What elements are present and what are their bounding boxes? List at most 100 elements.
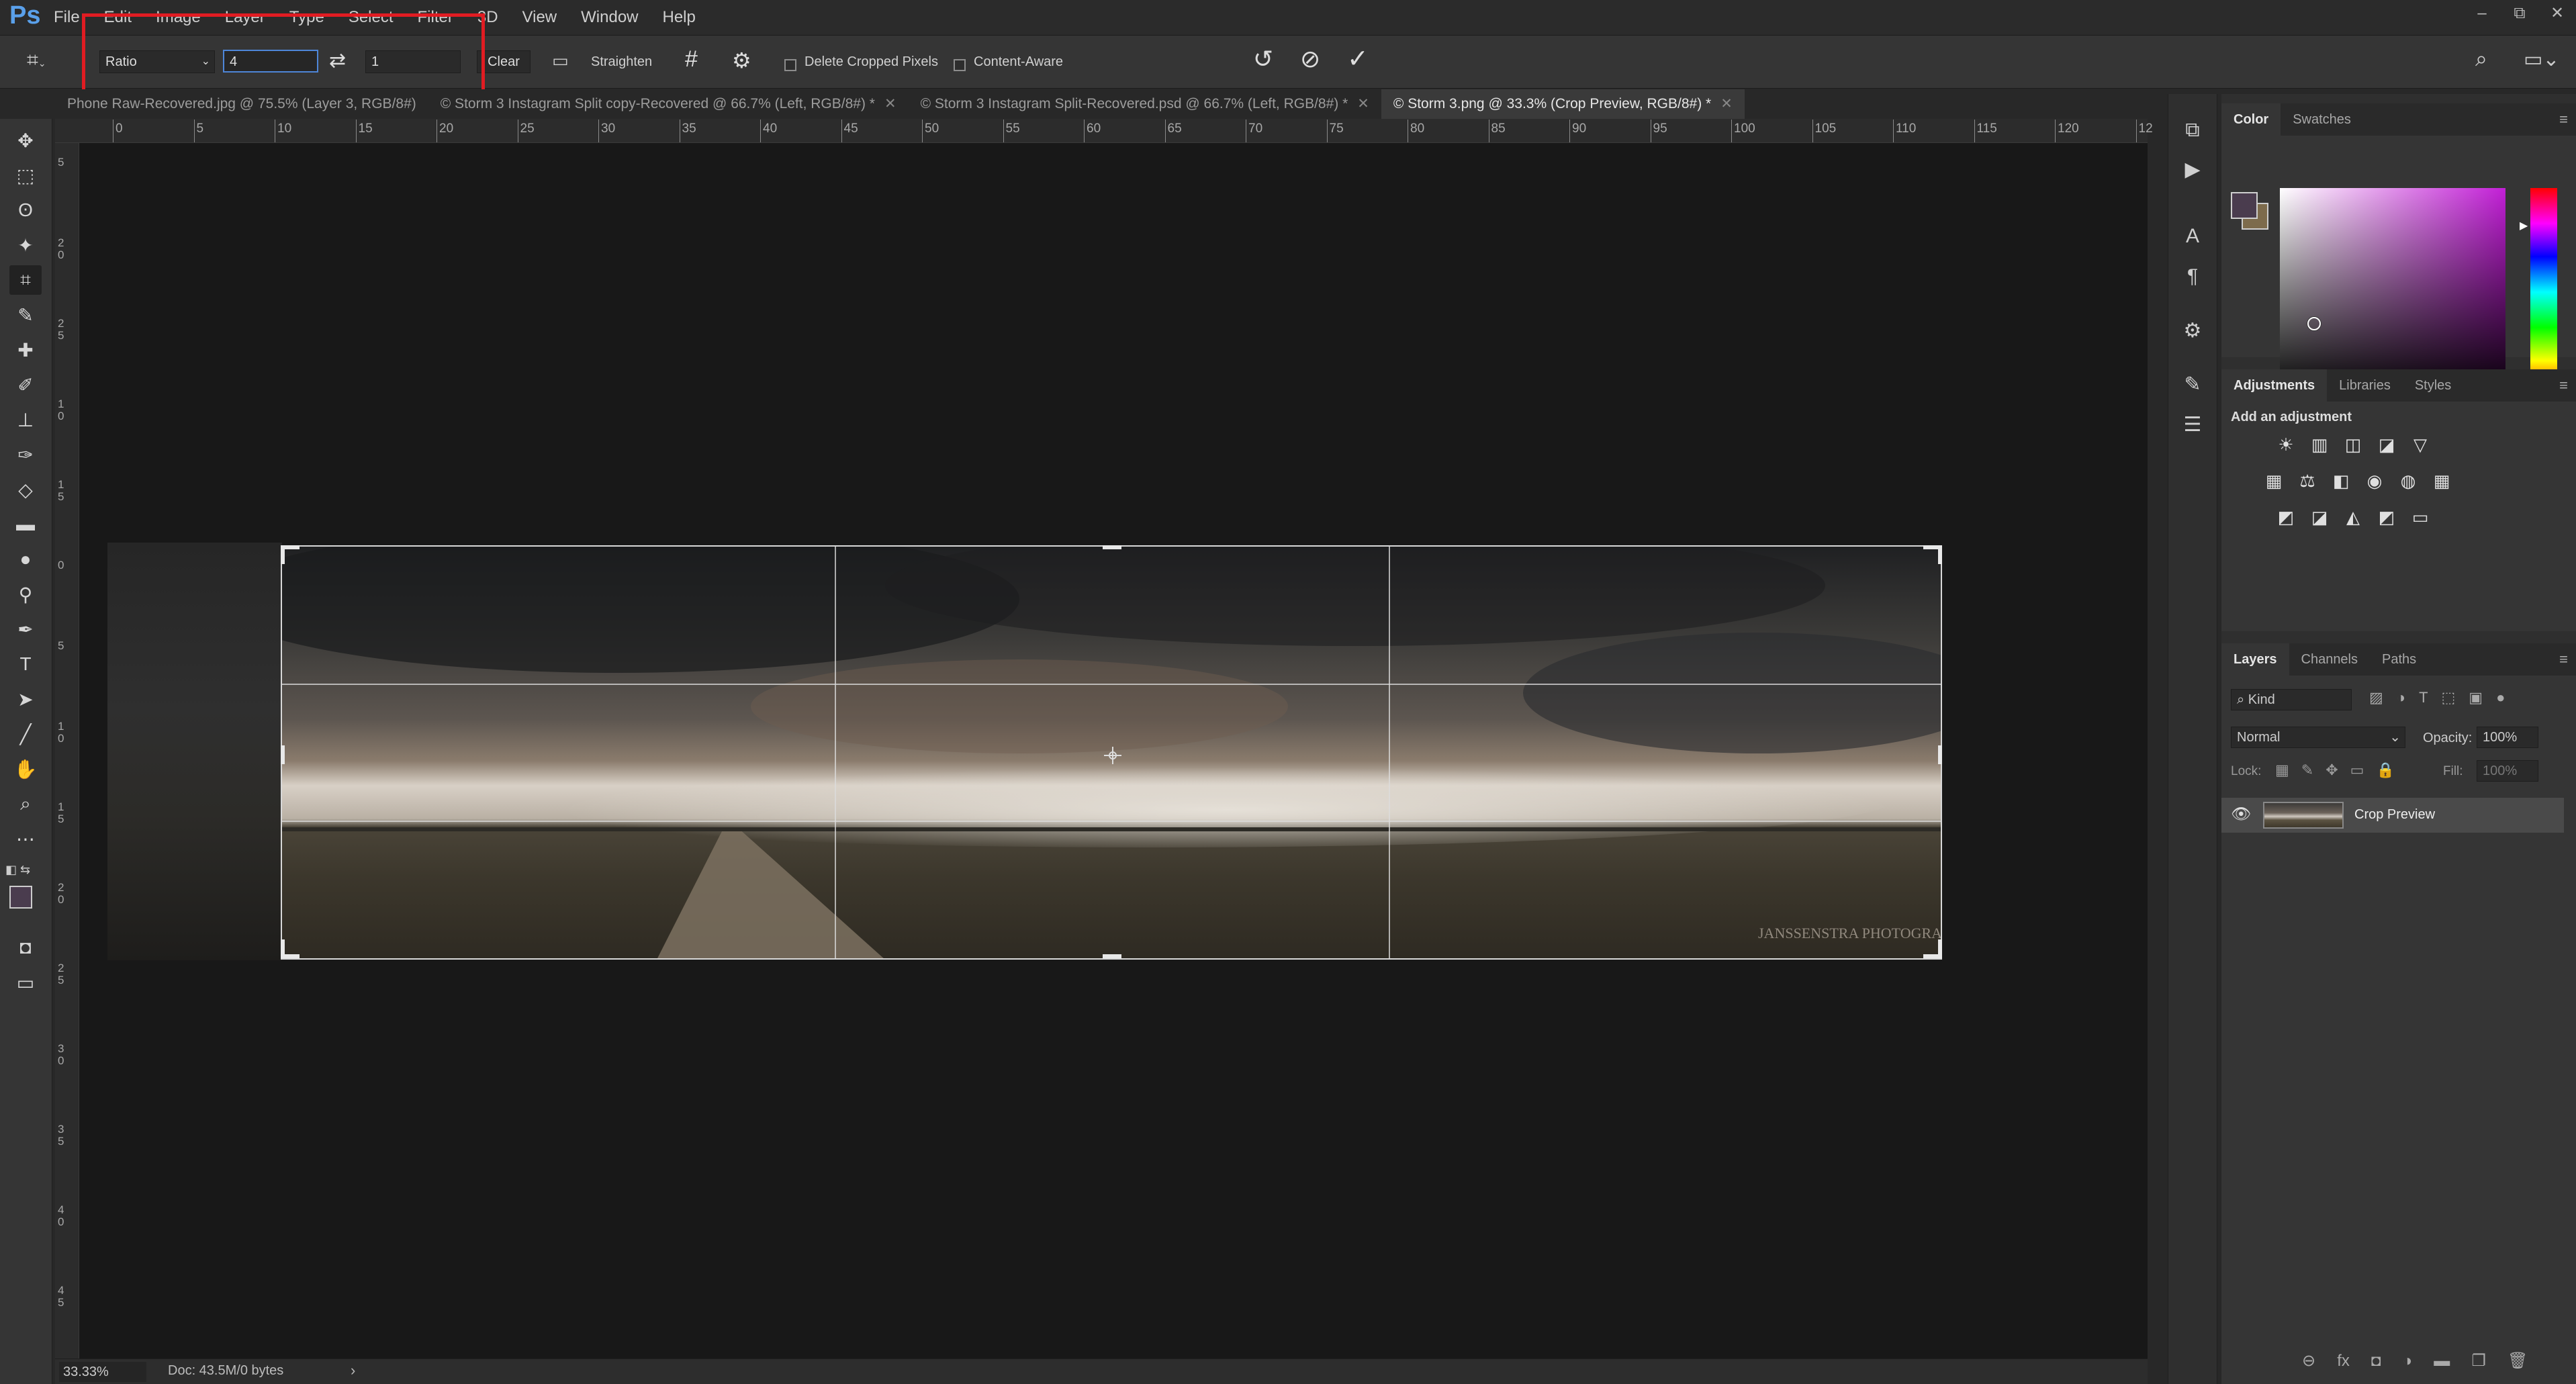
- gradient-tool-icon[interactable]: ▬: [9, 510, 42, 539]
- menu-window[interactable]: Window: [581, 8, 638, 27]
- eraser-tool-icon[interactable]: ◇: [9, 475, 42, 504]
- move-tool-icon[interactable]: ✥: [9, 126, 42, 155]
- crop-handle-top[interactable]: [1103, 545, 1121, 549]
- history-brush-tool-icon[interactable]: ✑: [9, 440, 42, 469]
- crop-tool-icon[interactable]: ⌗: [9, 265, 42, 295]
- color-picker-field[interactable]: [2280, 188, 2505, 396]
- content-aware-label[interactable]: Content-Aware: [974, 54, 1063, 70]
- blur-tool-icon[interactable]: ●: [9, 545, 42, 574]
- eyedropper-tool-icon[interactable]: ✎: [9, 300, 42, 330]
- zoom-level-field[interactable]: 33.33%: [59, 1362, 146, 1382]
- invert-icon[interactable]: ◩: [2274, 505, 2298, 529]
- workspace-icon[interactable]: ▭⌄: [2524, 48, 2559, 71]
- gradient-map-icon[interactable]: ▭: [2408, 505, 2432, 529]
- reset-icon[interactable]: ↺: [1253, 45, 1273, 73]
- paragraph-icon[interactable]: ¶: [2178, 262, 2207, 291]
- close-icon[interactable]: ✕: [1720, 89, 1733, 119]
- screen-mode-icon[interactable]: ▭: [9, 968, 42, 997]
- delete-cropped-label[interactable]: Delete Cropped Pixels: [804, 54, 938, 70]
- quick-mask-icon[interactable]: ◘: [9, 933, 42, 962]
- tab-channels[interactable]: Channels: [2289, 643, 2371, 676]
- tab-layers[interactable]: Layers: [2221, 643, 2289, 676]
- crop-tool-preset-icon[interactable]: ⌗⌄: [27, 49, 67, 76]
- pen-tool-icon[interactable]: ✒: [9, 614, 42, 644]
- tab-instagram-split-copy[interactable]: © Storm 3 Instagram Split copy-Recovered…: [428, 89, 909, 119]
- close-window-button[interactable]: ✕: [2538, 0, 2576, 27]
- levels-icon[interactable]: ▥: [2307, 432, 2332, 457]
- layer-filter-kind-select[interactable]: ⌕ Kind: [2231, 689, 2352, 710]
- color-balance-icon[interactable]: ⚖: [2295, 469, 2319, 493]
- lock-icons[interactable]: ▦✎✥▭🔒: [2275, 762, 2407, 779]
- straighten-icon[interactable]: ▭: [552, 50, 569, 71]
- color-lookup-icon[interactable]: ▦: [2430, 469, 2454, 493]
- panel-menu-icon[interactable]: ≡: [2559, 651, 2568, 668]
- panel-menu-icon[interactable]: ≡: [2559, 111, 2568, 128]
- tab-storm-3[interactable]: © Storm 3.png @ 33.3% (Crop Preview, RGB…: [1381, 89, 1745, 119]
- trash-icon[interactable]: 🗑: [2508, 1352, 2528, 1370]
- layer-filter-icons[interactable]: ▨◑T⬚▣●: [2369, 689, 2518, 706]
- foreground-color-swatch[interactable]: [9, 886, 32, 909]
- delete-cropped-checkbox[interactable]: [784, 56, 796, 73]
- tab-swatches[interactable]: Swatches: [2281, 103, 2363, 136]
- type-tool-icon[interactable]: T: [9, 649, 42, 679]
- line-tool-icon[interactable]: ╱: [9, 719, 42, 749]
- properties-icon[interactable]: ⚙: [2178, 316, 2207, 345]
- healing-brush-tool-icon[interactable]: ✚: [9, 335, 42, 365]
- vibrance-icon[interactable]: ▽: [2408, 432, 2432, 457]
- exposure-icon[interactable]: ◪: [2375, 432, 2399, 457]
- brush-tool-icon[interactable]: ✐: [9, 370, 42, 400]
- more-tools-icon[interactable]: ⋯: [9, 824, 42, 854]
- new-layer-icon[interactable]: ❐: [2471, 1352, 2486, 1370]
- menu-view[interactable]: View: [522, 8, 557, 27]
- brightness-icon[interactable]: ☀: [2274, 432, 2298, 457]
- close-icon[interactable]: ✕: [1357, 89, 1369, 119]
- adjust-sliders-icon[interactable]: ☰: [2178, 410, 2207, 439]
- crop-handle-bottom-left[interactable]: [281, 939, 285, 958]
- straighten-label[interactable]: Straighten: [591, 54, 652, 70]
- eye-visibility-icon[interactable]: 👁: [2231, 804, 2251, 824]
- opacity-field[interactable]: 100%: [2477, 727, 2538, 748]
- layer-name[interactable]: Crop Preview: [2354, 807, 2435, 823]
- status-menu-arrow-icon[interactable]: ›: [351, 1362, 355, 1379]
- adjustment-layer-icon[interactable]: ◑: [2403, 1352, 2413, 1370]
- selective-color-icon[interactable]: ◩: [2375, 505, 2399, 529]
- fill-field[interactable]: 100%: [2477, 760, 2538, 782]
- hue-slider[interactable]: [2530, 188, 2557, 396]
- link-layers-icon[interactable]: ⊖: [2302, 1352, 2315, 1370]
- actions-icon[interactable]: ▶: [2178, 154, 2207, 184]
- dodge-tool-icon[interactable]: ⚲: [9, 580, 42, 609]
- default-colors-icon[interactable]: ◧ ⇆: [5, 863, 30, 877]
- foreground-color-swatch[interactable]: [2231, 192, 2258, 219]
- photo-filter-icon[interactable]: ◉: [2362, 469, 2387, 493]
- commit-check-icon[interactable]: ✓: [1347, 44, 1369, 74]
- posterize-icon[interactable]: ◪: [2307, 505, 2332, 529]
- cancel-icon[interactable]: ⊘: [1300, 45, 1320, 73]
- crop-handle-top-right[interactable]: [1938, 545, 1942, 564]
- brush-settings-icon[interactable]: ✎: [2178, 369, 2207, 399]
- tab-color[interactable]: Color: [2221, 103, 2281, 136]
- panel-menu-icon[interactable]: ≡: [2559, 377, 2568, 394]
- marquee-tool-icon[interactable]: ⬚: [9, 160, 42, 190]
- tab-libraries[interactable]: Libraries: [2327, 369, 2403, 402]
- menu-help[interactable]: Help: [663, 8, 696, 27]
- content-aware-checkbox[interactable]: [954, 56, 966, 73]
- clone-stamp-tool-icon[interactable]: ⊥: [9, 405, 42, 434]
- fx-icon[interactable]: fx: [2337, 1352, 2350, 1370]
- history-icon[interactable]: ⧉: [2178, 116, 2207, 145]
- tab-instagram-split[interactable]: © Storm 3 Instagram Split-Recovered.psd …: [909, 89, 1381, 119]
- close-icon[interactable]: ✕: [884, 89, 896, 119]
- hand-tool-icon[interactable]: ✋: [9, 754, 42, 784]
- color-picker-ring[interactable]: [2307, 317, 2321, 330]
- ruler-vertical[interactable]: 5 2 0 2 5 1 0 1 5 0 5 1 0 1 5 2 0 2 5 3 0 3 5 4 0 4 5: [55, 143, 79, 1358]
- character-icon[interactable]: A: [2178, 222, 2207, 251]
- zoom-tool-icon[interactable]: ⌕: [9, 789, 42, 819]
- tab-paths[interactable]: Paths: [2370, 643, 2428, 676]
- lasso-tool-icon[interactable]: ʘ: [9, 195, 42, 225]
- minimize-button[interactable]: –: [2463, 0, 2501, 27]
- tab-styles[interactable]: Styles: [2403, 369, 2463, 402]
- search-icon[interactable]: ⌕: [2475, 46, 2487, 72]
- group-folder-icon[interactable]: ▬: [2434, 1352, 2450, 1370]
- crop-handle-top-left[interactable]: [281, 545, 285, 564]
- add-mask-icon[interactable]: ◘: [2371, 1352, 2381, 1370]
- restore-button[interactable]: ⧉: [2501, 0, 2538, 27]
